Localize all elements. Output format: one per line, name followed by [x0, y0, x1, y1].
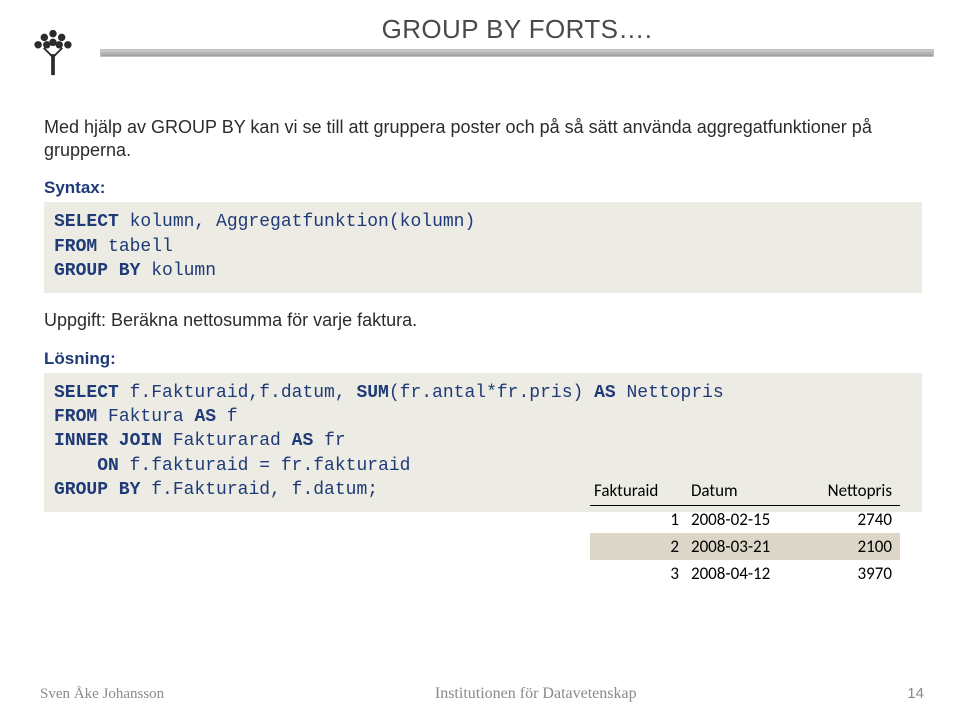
title-bar: GROUP BY FORTS….	[100, 14, 934, 57]
table-row: 2 2008-03-21 2100	[590, 533, 900, 560]
page-number: 14	[907, 685, 924, 702]
table-row: 1 2008-02-15 2740	[590, 506, 900, 534]
th-datum: Datum	[687, 478, 803, 506]
cell-id: 2	[590, 533, 687, 560]
cell-net: 2740	[803, 506, 900, 534]
cell-net: 2100	[803, 533, 900, 560]
footer: Sven Åke Johansson Institutionen för Dat…	[40, 685, 924, 703]
cell-id: 3	[590, 560, 687, 587]
syntax-code: SELECT kolumn, Aggregatfunktion(kolumn) …	[44, 202, 922, 293]
th-fakturaid: Fakturaid	[590, 478, 687, 506]
slide: { "header": { "title_html": "GROUP BY <s…	[0, 0, 960, 717]
cell-net: 3970	[803, 560, 900, 587]
table-row: 3 2008-04-12 3970	[590, 560, 900, 587]
cell-date: 2008-02-15	[687, 506, 803, 534]
intro-text: Med hjälp av GROUP BY kan vi se till att…	[44, 116, 922, 161]
cell-date: 2008-04-12	[687, 560, 803, 587]
task-text: Uppgift: Beräkna nettosumma för varje fa…	[44, 309, 922, 332]
table-header-row: Fakturaid Datum Nettopris	[590, 478, 900, 506]
author-text: Sven Åke Johansson	[40, 686, 164, 703]
tree-logo-icon	[22, 20, 84, 82]
cell-id: 1	[590, 506, 687, 534]
slide-title: GROUP BY FORTS….	[100, 14, 934, 45]
result-table: Fakturaid Datum Nettopris 1 2008-02-15 2…	[590, 478, 900, 587]
syntax-label: Syntax:	[44, 177, 922, 198]
title-underline	[100, 49, 934, 57]
th-nettopris: Nettopris	[803, 478, 900, 506]
solution-label: Lösning:	[44, 348, 922, 369]
body: Med hjälp av GROUP BY kan vi se till att…	[44, 116, 922, 526]
cell-date: 2008-03-21	[687, 533, 803, 560]
institution-text: Institutionen för Datavetenskap	[435, 685, 637, 703]
